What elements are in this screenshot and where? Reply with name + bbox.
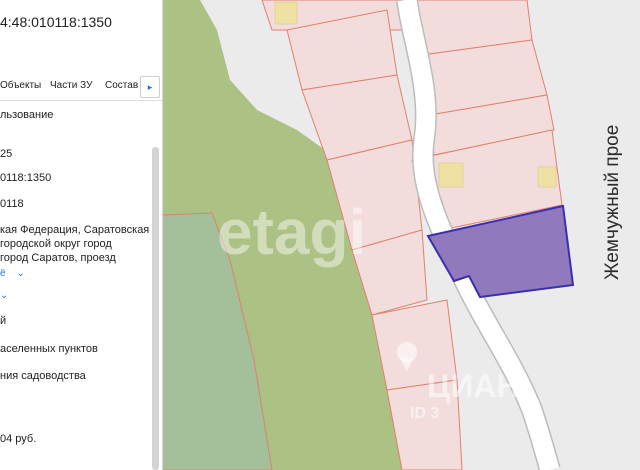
info-row-land-category: аселенных пунктов bbox=[0, 343, 98, 355]
info-row-category: й bbox=[0, 315, 7, 327]
info-row-cost: 04 руб. bbox=[0, 433, 37, 445]
info-row-number: 0118:1350 bbox=[0, 172, 52, 184]
watermark-etagi: etagi bbox=[217, 196, 367, 268]
cadastral-number-title: 4:48:010118:1350 bbox=[0, 14, 112, 30]
tabs-next-button[interactable]: ▸ bbox=[140, 76, 160, 98]
tab-objects[interactable]: Объекты bbox=[0, 80, 41, 91]
tab-bar: Объекты Части ЗУ Состав ▸ bbox=[0, 76, 162, 98]
info-row-area: 25 bbox=[0, 148, 13, 160]
building bbox=[438, 162, 464, 188]
tabs-divider bbox=[0, 100, 162, 101]
info-row-quarter: 0118 bbox=[0, 198, 24, 210]
info-row-usage: льзование bbox=[0, 109, 54, 121]
info-panel: 4:48:010118:1350 Объекты Части ЗУ Состав… bbox=[0, 0, 163, 470]
cadastral-map[interactable]: Жемчужный прое etagi ЦИАН ID 3 bbox=[162, 0, 640, 470]
building bbox=[274, 1, 298, 25]
info-row-address-2: городской округ город bbox=[0, 238, 112, 250]
info-row-permitted-use: ния садоводства bbox=[0, 370, 86, 382]
panel-scrollbar[interactable] bbox=[152, 147, 159, 470]
show-more-text: ё bbox=[0, 268, 6, 279]
street-label: Жемчужный прое bbox=[602, 124, 623, 280]
tab-composition[interactable]: Состав bbox=[105, 80, 138, 91]
watermark-cian: ЦИАН bbox=[427, 368, 520, 404]
building bbox=[537, 166, 557, 188]
tab-parts[interactable]: Части ЗУ bbox=[50, 80, 92, 91]
info-row-address-1: кая Федерация, Саратовская bbox=[0, 224, 150, 236]
show-more-link[interactable]: ё ⌄ bbox=[0, 268, 25, 279]
chevron-down-icon: ⌄ bbox=[16, 268, 25, 279]
watermark-cian-sub: ID 3 bbox=[410, 405, 440, 422]
info-row-address-3: город Саратов, проезд bbox=[0, 252, 116, 264]
chevron-down-icon[interactable]: ⌄ bbox=[0, 290, 8, 301]
